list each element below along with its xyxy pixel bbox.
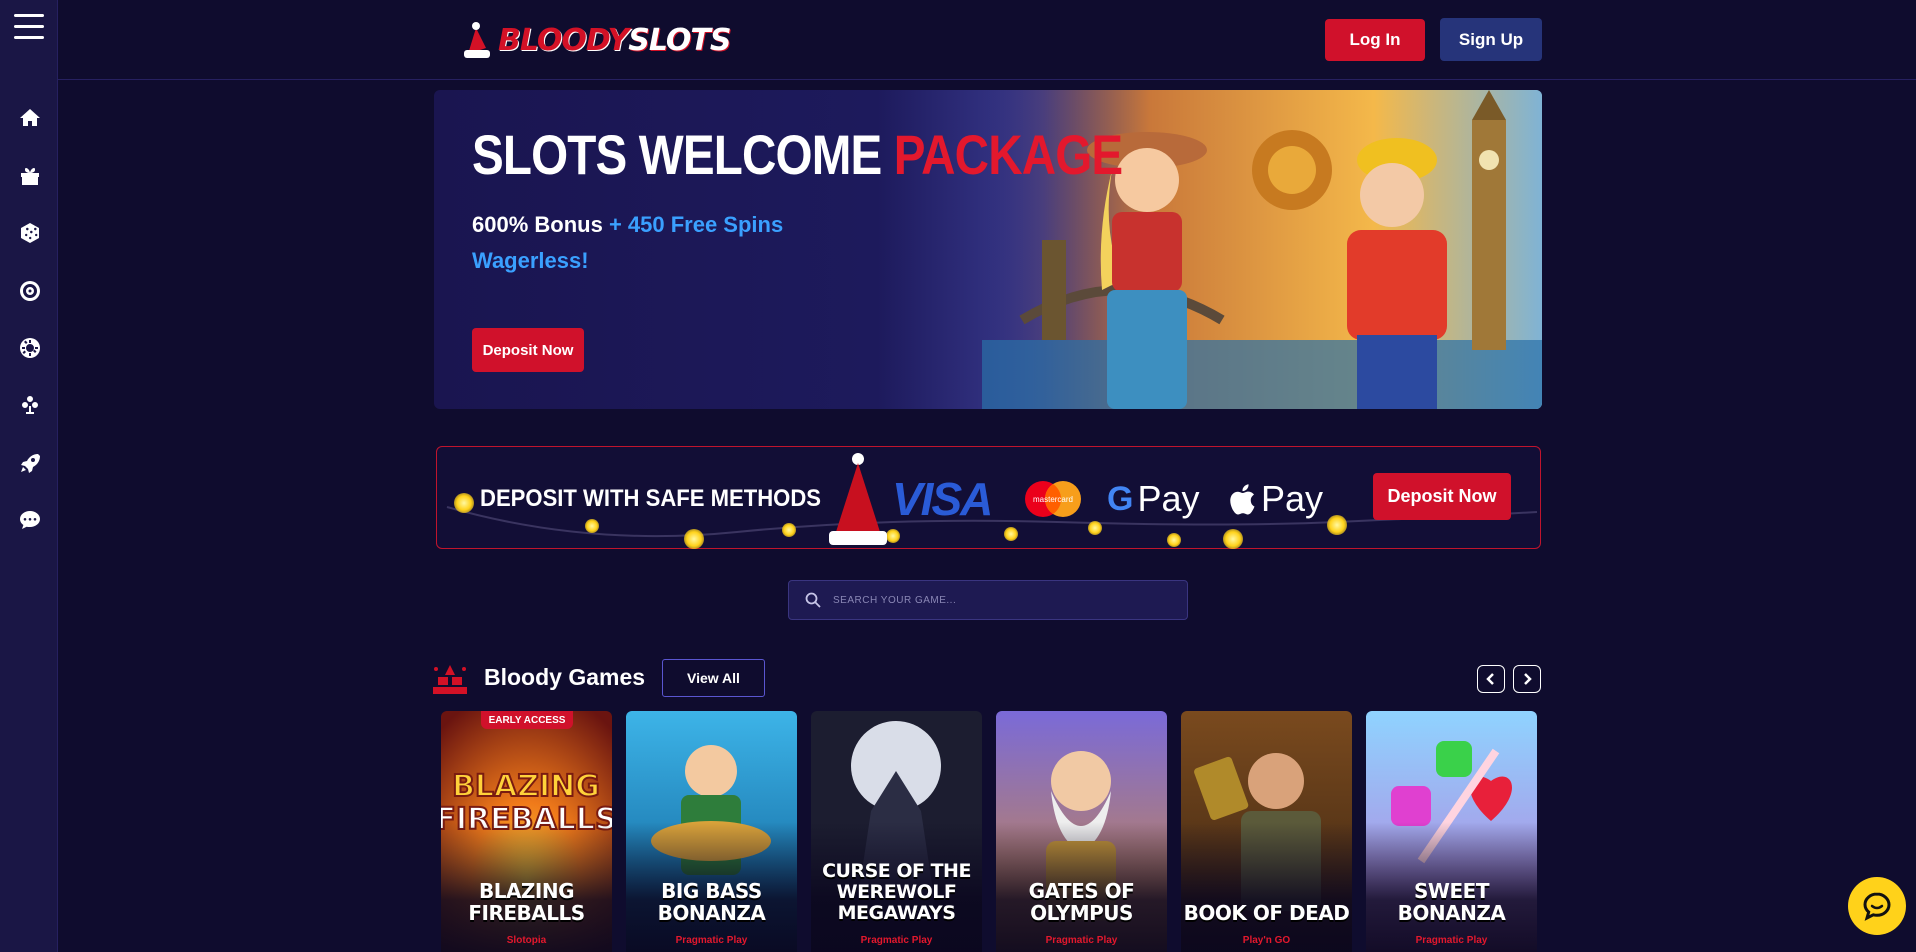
chevron-right-icon	[1524, 673, 1532, 685]
game-provider: Pragmatic Play	[675, 935, 748, 946]
chevron-left-icon	[1486, 673, 1494, 685]
light-bulb-icon	[454, 493, 474, 513]
game-card[interactable]: Gates of Olympus Pragmatic Play	[996, 711, 1167, 952]
apple-pay-logo: Pay	[1227, 471, 1323, 527]
svg-text:BLAZING: BLAZING	[452, 769, 600, 804]
game-provider: Slotopia	[506, 935, 547, 946]
google-pay-logo: G Pay	[1107, 478, 1200, 519]
cards-icon[interactable]	[17, 392, 43, 418]
light-bulb-icon	[1088, 521, 1102, 535]
santa-hat-icon	[829, 453, 887, 545]
banner-title: SLOTS WELCOME PACKAGE	[472, 122, 1123, 187]
signup-button[interactable]: Sign Up	[1440, 18, 1542, 61]
menu-icon[interactable]	[14, 14, 44, 40]
deposit-title: DEPOSIT WITH SAFE METHODS	[480, 485, 822, 512]
logo[interactable]: BLOODYSLOTS	[462, 12, 731, 68]
deposit-methods-button[interactable]: Deposit Now	[1373, 473, 1511, 520]
game-title: Big Bass Bonanza	[657, 879, 766, 925]
santa-hat-logo-icon	[464, 22, 490, 58]
light-bulb-icon	[782, 523, 796, 537]
carousel-next-button[interactable]	[1513, 665, 1541, 693]
apple-icon	[1230, 484, 1255, 515]
search-icon	[805, 592, 821, 608]
section-title: Bloody Games	[484, 664, 646, 690]
roulette-icon[interactable]	[17, 278, 43, 304]
game-title: Curse of the Werewolf Megaways	[822, 860, 971, 924]
light-bulb-icon	[1167, 533, 1181, 547]
chat-bubble-icon[interactable]	[17, 507, 43, 533]
banner-title-white: SLOTS WELCOME	[472, 123, 894, 186]
welcome-banner[interactable]: SLOTS WELCOME PACKAGE 600% Bonus + 450 F…	[434, 90, 1542, 409]
banner-title-red: PACKAGE	[893, 123, 1123, 186]
visa-logo: VISA	[892, 473, 993, 525]
carousel-prev-button[interactable]	[1477, 665, 1505, 693]
game-provider: Pragmatic Play	[1415, 935, 1488, 946]
game-card[interactable]: Curse of the Werewolf Megaways Pragmatic…	[811, 711, 982, 952]
logo-text-bloody: BLOODY	[498, 22, 629, 58]
game-title: Blazing Fireballs	[468, 879, 585, 925]
game-card[interactable]: Big Bass Bonanza Pragmatic Play	[626, 711, 797, 952]
bonus-text: 600% Bonus	[472, 212, 609, 237]
login-button[interactable]: Log In	[1325, 19, 1425, 61]
rocket-icon[interactable]	[17, 450, 43, 476]
game-provider: Pragmatic Play	[860, 935, 933, 946]
game-card[interactable]: Book of Dead Play'n GO	[1181, 711, 1352, 952]
light-bulb-icon	[1223, 529, 1243, 549]
free-spins-text: + 450 Free Spins	[608, 212, 784, 237]
bloody-games-icon	[433, 665, 467, 694]
light-bulb-icon	[1327, 515, 1347, 535]
early-access-badge: EARLY ACCESS	[481, 711, 573, 729]
search-input[interactable]	[833, 594, 1173, 606]
light-bulb-icon	[1004, 527, 1018, 541]
game-card[interactable]: BLAZING FIREBALLS EARLY ACCESS Blazing F…	[441, 711, 612, 952]
svg-text:mastercard: mastercard	[1033, 495, 1073, 504]
banner-subtitle: 600% Bonus + 450 Free Spins	[472, 212, 783, 238]
game-search[interactable]	[788, 580, 1188, 620]
chat-icon	[1863, 892, 1891, 921]
banner-deposit-button[interactable]: Deposit Now	[472, 328, 584, 372]
deposit-methods-banner: DEPOSIT WITH SAFE METHODS VISA mastercar…	[436, 446, 1541, 549]
game-title: Gates of Olympus	[1028, 879, 1135, 925]
sidebar	[0, 0, 58, 952]
game-title: Sweet Bonanza	[1397, 879, 1506, 925]
logo-text-slots: SLOTS	[628, 22, 731, 58]
game-card[interactable]: Sweet Bonanza Pragmatic Play	[1366, 711, 1537, 952]
mastercard-logo: mastercard	[1021, 471, 1085, 527]
poker-chip-icon[interactable]	[17, 335, 43, 361]
game-title: Book of Dead	[1183, 901, 1350, 925]
gift-icon[interactable]	[17, 163, 43, 189]
game-provider: Pragmatic Play	[1045, 935, 1118, 946]
home-icon[interactable]	[17, 105, 43, 131]
wagerless-text: Wagerless!	[472, 248, 589, 273]
view-all-button[interactable]: View All	[662, 659, 765, 697]
light-bulb-icon	[684, 529, 704, 549]
light-bulb-icon	[585, 519, 599, 533]
dice-icon[interactable]	[17, 220, 43, 246]
game-provider: Play'n GO	[1242, 935, 1291, 946]
live-chat-button[interactable]	[1848, 877, 1906, 935]
header: BLOODYSLOTS Log In Sign Up	[58, 0, 1916, 80]
